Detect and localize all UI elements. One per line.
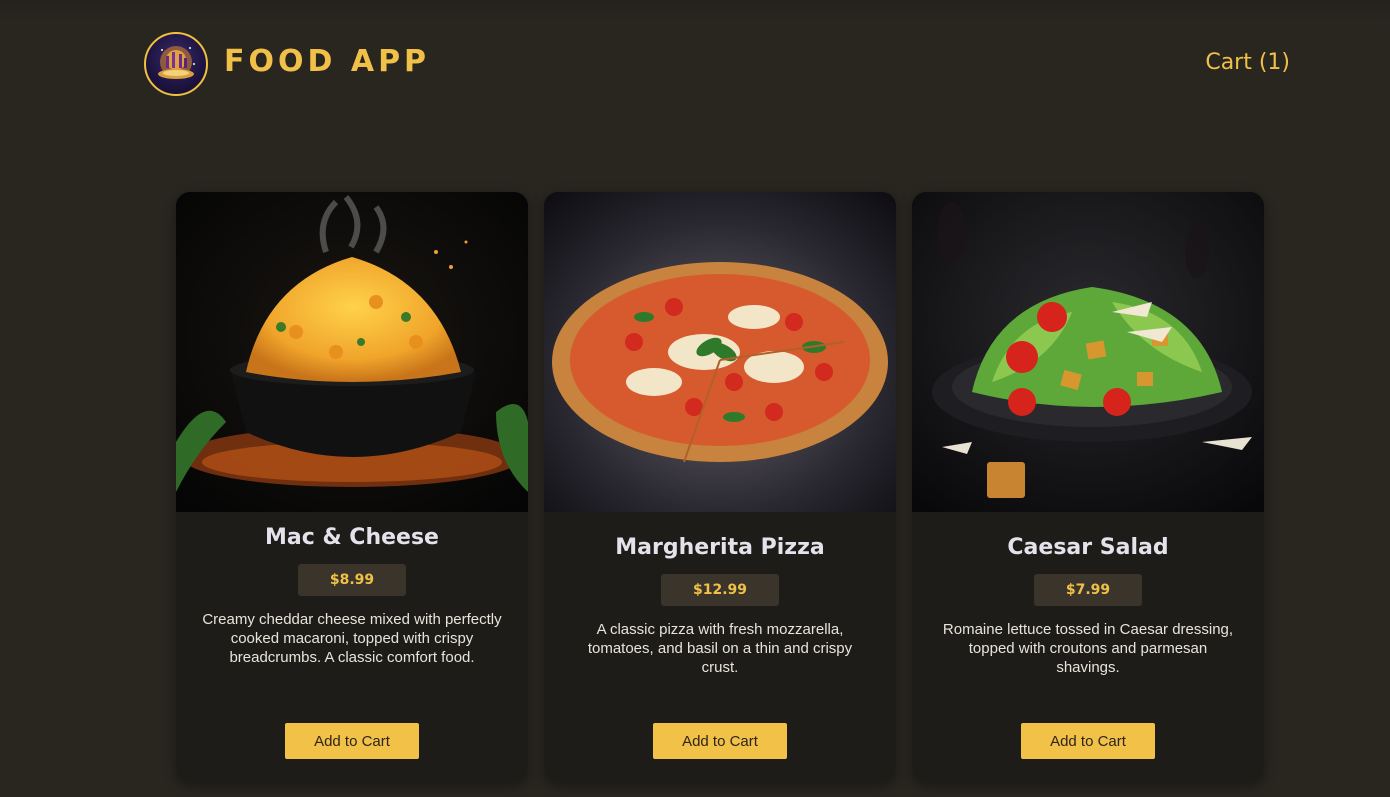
header: FOOD APP Cart (1): [0, 0, 1390, 130]
product-description: Creamy cheddar cheese mixed with perfect…: [202, 611, 502, 666]
add-to-cart-button[interactable]: Add to Cart: [653, 723, 787, 759]
add-to-cart-button[interactable]: Add to Cart: [1021, 723, 1155, 759]
product-description: A classic pizza with fresh mozzarella, t…: [587, 621, 853, 676]
product-card: Mac & Cheese $8.99 Creamy cheddar cheese…: [176, 192, 528, 782]
product-name: Margherita Pizza: [615, 535, 825, 560]
price-badge: $7.99: [1033, 574, 1143, 606]
product-card: Margherita Pizza $12.99 A classic pizza …: [544, 192, 896, 782]
product-name: Caesar Salad: [1007, 535, 1169, 560]
margherita-pizza-image: [544, 192, 896, 512]
caesar-salad-image: [912, 192, 1264, 512]
product-description: Romaine lettuce tossed in Caesar dressin…: [942, 621, 1234, 676]
price-badge: $8.99: [297, 564, 407, 596]
app-logo[interactable]: [144, 32, 208, 96]
mac-and-cheese-image: [176, 192, 528, 512]
product-name: Mac & Cheese: [265, 525, 439, 550]
price-badge: $12.99: [660, 574, 780, 606]
cart-link[interactable]: Cart (1): [1205, 50, 1290, 75]
product-grid: Mac & Cheese $8.99 Creamy cheddar cheese…: [176, 192, 1264, 782]
brand-title[interactable]: FOOD APP: [224, 44, 430, 79]
product-card: Caesar Salad $7.99 Romaine lettuce tosse…: [912, 192, 1264, 782]
add-to-cart-button[interactable]: Add to Cart: [285, 723, 419, 759]
